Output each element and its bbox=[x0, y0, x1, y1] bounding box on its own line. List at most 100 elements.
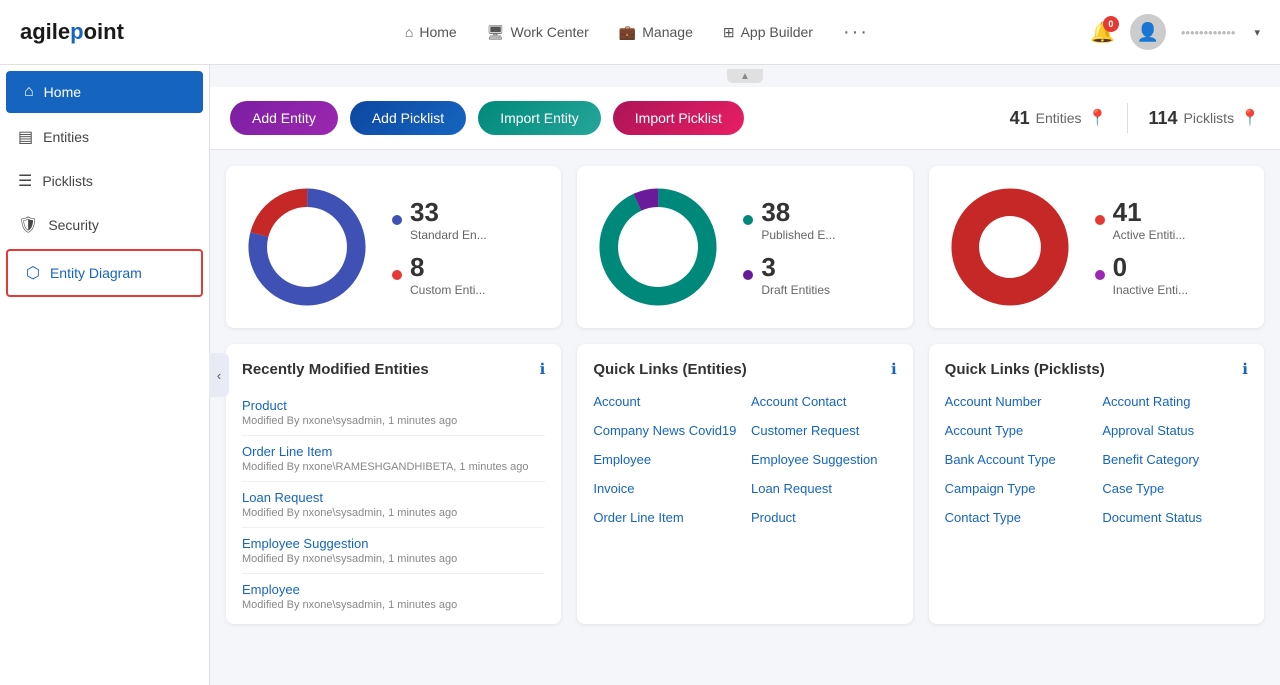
user-dropdown-arrow[interactable]: ▾ bbox=[1254, 26, 1260, 39]
chart-legend-publish: 38 Published E... 3 Draft Entities bbox=[743, 197, 835, 297]
sidebar-item-entity-diagram[interactable]: ⬡ Entity Diagram bbox=[6, 249, 203, 297]
quick-link-loan-request[interactable]: Loan Request bbox=[751, 477, 897, 500]
sidebar-item-entities[interactable]: ▤ Entities bbox=[0, 115, 209, 159]
user-avatar[interactable]: 👤 bbox=[1130, 14, 1166, 50]
list-item: Order Line Item Modified By nxone\RAMESH… bbox=[242, 436, 545, 482]
quick-link-product[interactable]: Product bbox=[751, 506, 897, 529]
main-layout: ⌂ Home ▤ Entities ☰ Picklists 🛡 Security… bbox=[0, 65, 1280, 685]
quick-links-entities-info-icon[interactable]: ℹ bbox=[891, 360, 897, 378]
entities-label: Entities bbox=[1036, 110, 1082, 126]
stat-divider bbox=[1127, 103, 1128, 133]
import-entity-button[interactable]: Import Entity bbox=[478, 101, 601, 135]
published-label: Published E... bbox=[761, 228, 835, 242]
legend-dot-inactive bbox=[1095, 270, 1105, 280]
legend-active: 41 Active Entiti... bbox=[1095, 197, 1188, 242]
nav-manage[interactable]: 💼 Manage bbox=[619, 24, 693, 41]
quick-links-picklists-info-icon[interactable]: ℹ bbox=[1242, 360, 1248, 378]
donut-active bbox=[945, 182, 1075, 312]
inactive-count: 0 bbox=[1113, 252, 1188, 283]
donut-svg-types bbox=[242, 182, 372, 312]
quick-link-bank-account-type[interactable]: Bank Account Type bbox=[945, 448, 1091, 471]
sidebar-item-picklists[interactable]: ☰ Picklists bbox=[0, 159, 209, 203]
nav-home[interactable]: ⌂ Home bbox=[405, 24, 457, 40]
sidebar-item-home[interactable]: ⌂ Home bbox=[6, 71, 203, 113]
legend-dot-active bbox=[1095, 215, 1105, 225]
recent-link-product[interactable]: Product bbox=[242, 398, 287, 413]
grid-icon: ⊞ bbox=[723, 24, 735, 41]
notifications-button[interactable]: 🔔 0 bbox=[1090, 20, 1115, 45]
chart-publish-status: 38 Published E... 3 Draft Entities bbox=[577, 166, 912, 328]
security-sidebar-icon: 🛡 bbox=[18, 215, 38, 235]
sidebar-security-label: Security bbox=[48, 217, 99, 233]
entities-stat-icon: 📍 bbox=[1088, 108, 1108, 128]
chart-legend-active: 41 Active Entiti... 0 Inactive Enti... bbox=[1095, 197, 1188, 297]
chevron-left-icon: ‹ bbox=[217, 368, 221, 383]
sidebar-entity-diagram-label: Entity Diagram bbox=[50, 265, 142, 281]
recent-link-loanrequest[interactable]: Loan Request bbox=[242, 490, 323, 505]
quick-link-invoice[interactable]: Invoice bbox=[593, 477, 739, 500]
recent-meta-loanrequest: Modified By nxone\sysadmin, 1 minutes ag… bbox=[242, 507, 545, 519]
nav-links: ⌂ Home 🖥 Work Center 💼 Manage ⊞ App Buil… bbox=[184, 21, 1090, 44]
quick-link-order-line-item[interactable]: Order Line Item bbox=[593, 506, 739, 529]
recent-meta-employeesuggestion: Modified By nxone\sysadmin, 1 minutes ag… bbox=[242, 553, 545, 565]
picklists-stat: 114 Picklists 📍 bbox=[1148, 108, 1260, 129]
recently-modified-info-icon[interactable]: ℹ bbox=[540, 360, 546, 378]
quick-link-contact-type[interactable]: Contact Type bbox=[945, 506, 1091, 529]
nav-appbuilder[interactable]: ⊞ App Builder bbox=[723, 24, 813, 41]
quick-link-customer-request[interactable]: Customer Request bbox=[751, 419, 897, 442]
sidebar-home-label: Home bbox=[44, 84, 81, 100]
quick-link-account[interactable]: Account bbox=[593, 390, 739, 413]
quick-link-employee[interactable]: Employee bbox=[593, 448, 739, 471]
quick-link-document-status[interactable]: Document Status bbox=[1102, 506, 1248, 529]
list-item: Employee Modified By nxone\sysadmin, 1 m… bbox=[242, 574, 545, 619]
toolbar: Add Entity Add Picklist Import Entity Im… bbox=[210, 87, 1280, 150]
quick-links-picklists-title: Quick Links (Picklists) bbox=[945, 361, 1105, 378]
import-picklist-button[interactable]: Import Picklist bbox=[613, 101, 744, 135]
quick-link-account-type[interactable]: Account Type bbox=[945, 419, 1091, 442]
recent-meta-orderlineitem: Modified By nxone\RAMESHGANDHIBETA, 1 mi… bbox=[242, 461, 545, 473]
chart-entity-types: 33 Standard En... 8 Custom Enti... bbox=[226, 166, 561, 328]
nav-more-button[interactable]: ··· bbox=[843, 21, 869, 44]
recent-link-orderlineitem[interactable]: Order Line Item bbox=[242, 444, 332, 459]
recently-modified-title: Recently Modified Entities bbox=[242, 361, 429, 378]
sidebar-entities-label: Entities bbox=[43, 129, 89, 145]
quick-links-picklists-header: Quick Links (Picklists) ℹ bbox=[945, 360, 1248, 378]
user-name: •••••••••••• bbox=[1181, 25, 1236, 40]
legend-inactive: 0 Inactive Enti... bbox=[1095, 252, 1188, 297]
quick-links-entities-header: Quick Links (Entities) ℹ bbox=[593, 360, 896, 378]
quick-link-campaign-type[interactable]: Campaign Type bbox=[945, 477, 1091, 500]
quick-link-company-news[interactable]: Company News Covid19 bbox=[593, 419, 739, 442]
quick-links-entities-panel: Quick Links (Entities) ℹ Account Account… bbox=[577, 344, 912, 624]
recent-link-employee[interactable]: Employee bbox=[242, 582, 300, 597]
sidebar-collapse-button[interactable]: ‹ bbox=[209, 353, 229, 397]
quick-link-approval-status[interactable]: Approval Status bbox=[1102, 419, 1248, 442]
toolbar-collapse-button[interactable]: ▲ bbox=[727, 69, 763, 83]
standard-count: 33 bbox=[410, 197, 487, 228]
home-nav-icon: ⌂ bbox=[405, 24, 413, 40]
legend-published: 38 Published E... bbox=[743, 197, 835, 242]
appbuilder-nav-label: App Builder bbox=[741, 24, 813, 40]
quick-link-account-rating[interactable]: Account Rating bbox=[1102, 390, 1248, 413]
quick-link-account-contact[interactable]: Account Contact bbox=[751, 390, 897, 413]
workcenter-nav-label: Work Center bbox=[511, 24, 589, 40]
add-entity-button[interactable]: Add Entity bbox=[230, 101, 338, 135]
quick-link-case-type[interactable]: Case Type bbox=[1102, 477, 1248, 500]
recent-link-employeesuggestion[interactable]: Employee Suggestion bbox=[242, 536, 368, 551]
chart-legend-types: 33 Standard En... 8 Custom Enti... bbox=[392, 197, 487, 297]
quick-link-account-number[interactable]: Account Number bbox=[945, 390, 1091, 413]
quick-links-picklists-grid: Account Number Account Rating Account Ty… bbox=[945, 390, 1248, 529]
quick-link-benefit-category[interactable]: Benefit Category bbox=[1102, 448, 1248, 471]
sidebar-item-security[interactable]: 🛡 Security bbox=[0, 203, 209, 247]
nav-workcenter[interactable]: 🖥 Work Center bbox=[487, 24, 589, 41]
add-picklist-button[interactable]: Add Picklist bbox=[350, 101, 466, 135]
list-item: Loan Request Modified By nxone\sysadmin,… bbox=[242, 482, 545, 528]
list-item: Employee Suggestion Modified By nxone\sy… bbox=[242, 528, 545, 574]
picklists-label: Picklists bbox=[1184, 110, 1235, 126]
quick-link-employee-suggestion[interactable]: Employee Suggestion bbox=[751, 448, 897, 471]
legend-dot-published bbox=[743, 215, 753, 225]
picklists-sidebar-icon: ☰ bbox=[18, 171, 32, 191]
chart-active-status: 41 Active Entiti... 0 Inactive Enti... bbox=[929, 166, 1264, 328]
charts-row: 33 Standard En... 8 Custom Enti... bbox=[226, 166, 1264, 328]
recently-modified-list: Product Modified By nxone\sysadmin, 1 mi… bbox=[242, 390, 545, 619]
content-area: ▲ Add Entity Add Picklist Import Entity … bbox=[210, 65, 1280, 685]
